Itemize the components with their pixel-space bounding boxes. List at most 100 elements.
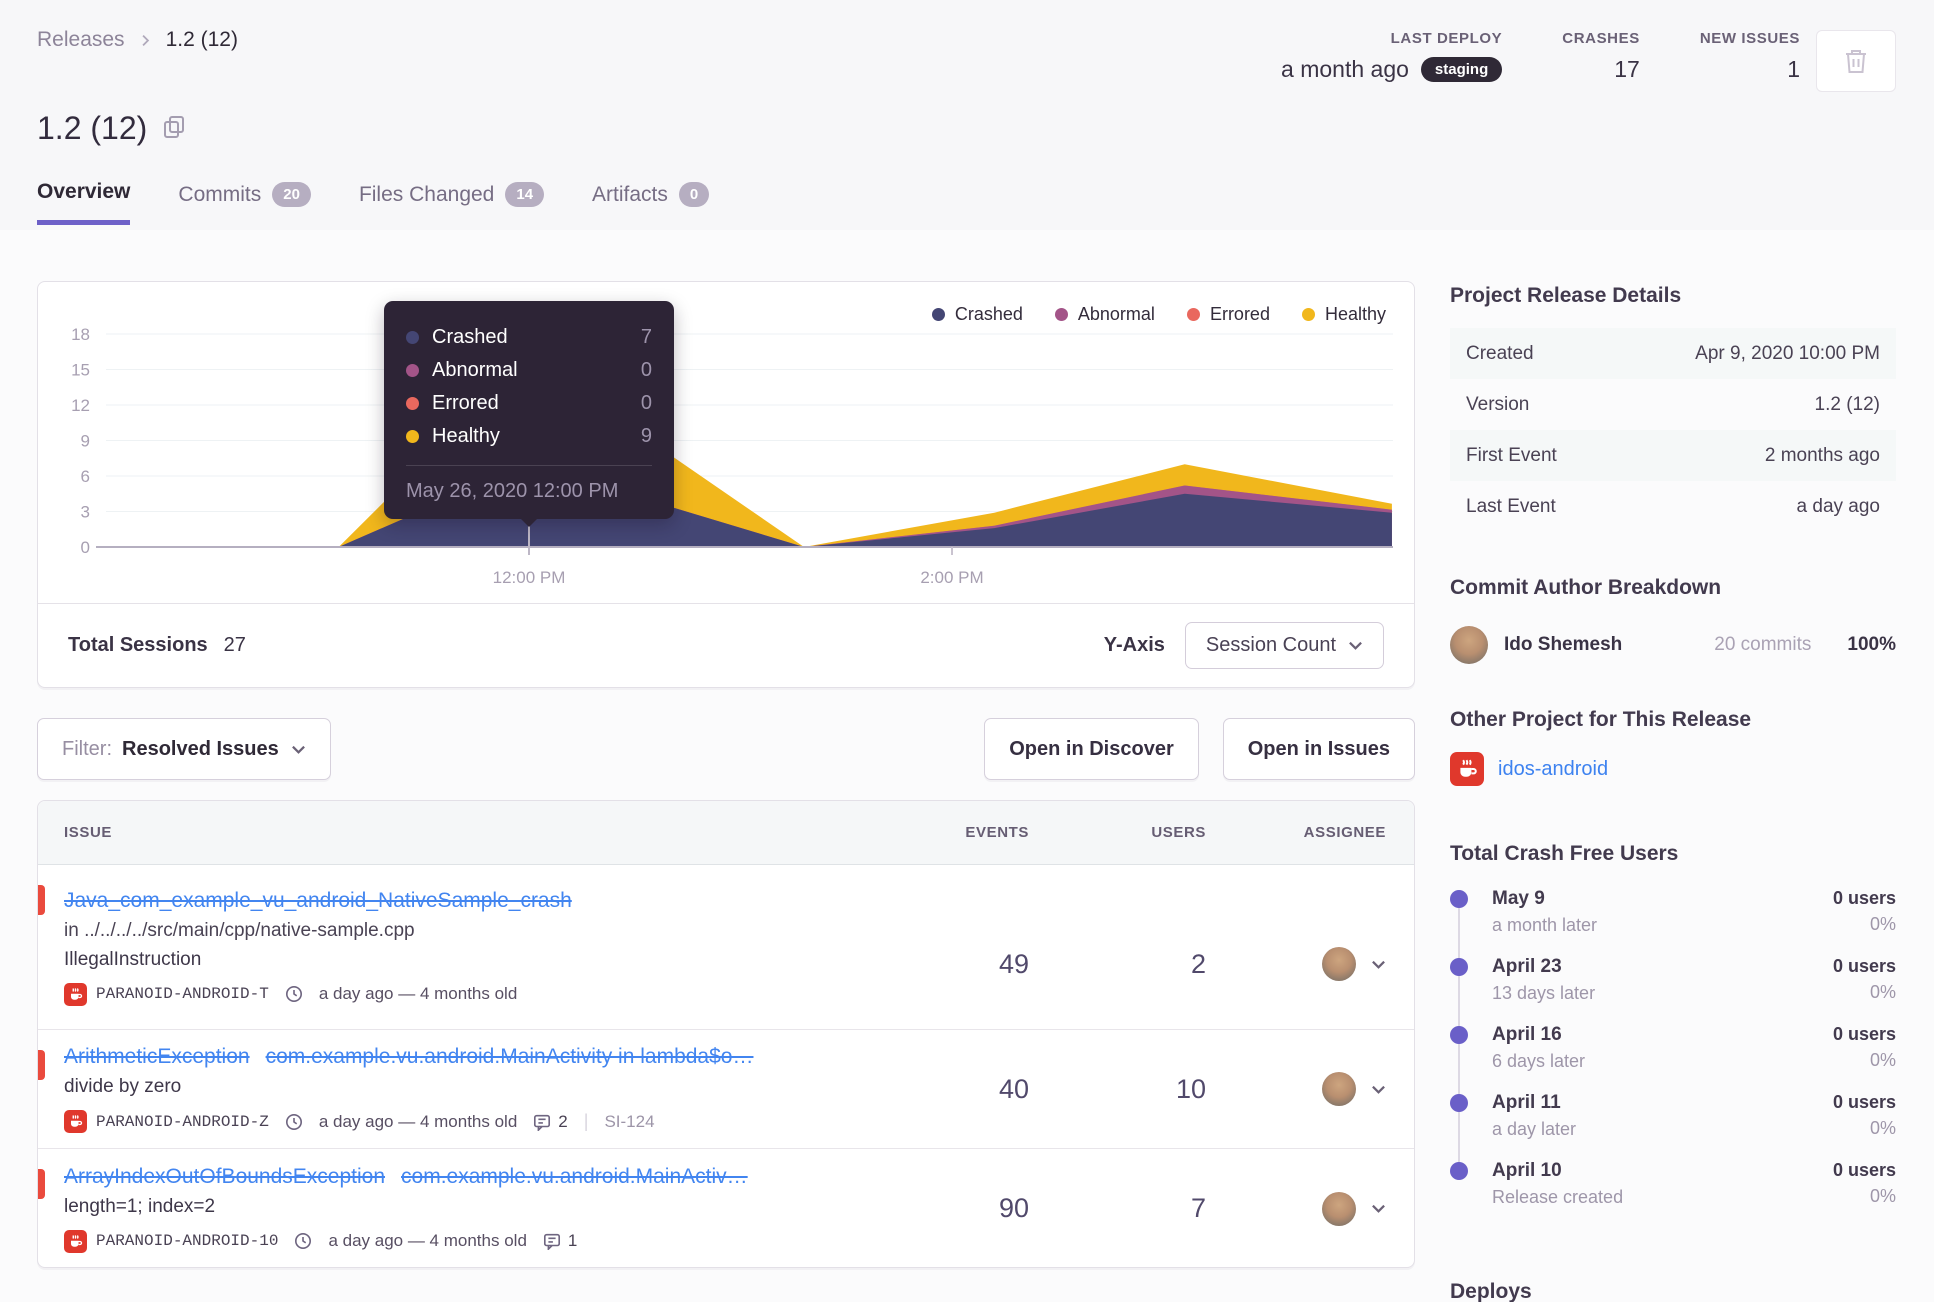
y-axis-label: Y-Axis: [1103, 634, 1165, 656]
release-details-table: Created Apr 9, 2020 10:00 PM Version 1.2…: [1450, 328, 1896, 532]
commit-author-row: Ido Shemesh 20 commits 100%: [1450, 626, 1896, 664]
column-users: USERS: [1151, 824, 1206, 841]
assignee-avatar[interactable]: [1322, 1072, 1356, 1106]
java-project-icon: [64, 982, 87, 1006]
events-count: 90: [998, 1193, 1029, 1223]
issues-toolbar: Filter: Resolved Issues Open in Discover…: [37, 718, 1415, 780]
chevron-down-icon[interactable]: [1371, 1082, 1386, 1097]
other-project-link[interactable]: idos-android: [1498, 758, 1608, 781]
issue-age: a day ago — 4 months old: [318, 1111, 518, 1131]
y-axis-select[interactable]: Session Count: [1184, 622, 1384, 669]
header-stats: LAST DEPLOY a month ago staging CRASHES …: [1281, 30, 1800, 83]
commits-count-badge: 20: [272, 181, 311, 208]
chart-footer: Total Sessions 27 Y-Axis Session Count: [38, 603, 1414, 687]
issues-table-header: ISSUE EVENTS USERS ASSIGNEE: [38, 801, 1414, 865]
chevron-down-icon: [291, 745, 305, 754]
java-project-icon: [64, 1229, 87, 1253]
issue-title-detail[interactable]: com.example.vu.android.MainActivity in l…: [266, 1045, 754, 1068]
svg-text:12:00 PM: 12:00 PM: [493, 568, 566, 587]
comments-count: 1: [543, 1231, 577, 1251]
users-count: 10: [1175, 1073, 1206, 1104]
delete-release-button[interactable]: [1816, 30, 1896, 92]
timeline-item: April 11 a day later 0 users 0%: [1450, 1092, 1896, 1160]
sessions-chart-card: 0 3 6 9 12 15 18 12:00 PM 2:00 PM Crashed Abnorm…: [37, 281, 1415, 688]
issue-message: length=1; index=2: [64, 1195, 216, 1217]
issues-filter-dropdown[interactable]: Filter: Resolved Issues: [37, 718, 331, 780]
issue-title-link[interactable]: ArrayIndexOutOfBoundsException: [64, 1165, 385, 1188]
comment-icon: [543, 1233, 560, 1250]
chevron-down-icon[interactable]: [1371, 1201, 1386, 1216]
abnormal-dot-icon: [406, 364, 419, 377]
legend-abnormal[interactable]: Abnormal: [1054, 304, 1155, 325]
legend-errored[interactable]: Errored: [1186, 304, 1270, 325]
open-in-issues-button[interactable]: Open in Issues: [1222, 718, 1415, 780]
issue-title-detail[interactable]: com.example.vu.android.MainActiv…: [401, 1165, 748, 1188]
environment-badge: staging: [1420, 57, 1503, 82]
tooltip-timestamp: May 26, 2020 12:00 PM: [406, 465, 652, 503]
files-changed-count-badge: 14: [505, 181, 545, 208]
tab-files-changed[interactable]: Files Changed 14: [359, 180, 545, 225]
issue-title-link[interactable]: Java_com_example_vu_android_NativeSample…: [64, 889, 572, 912]
breadcrumb: Releases 1.2 (12): [37, 28, 238, 52]
new-issues-value: 1: [1787, 56, 1800, 82]
detail-row-last-event: Last Event a day ago: [1466, 495, 1880, 517]
issue-message: divide by zero: [64, 1076, 182, 1097]
clock-icon: [295, 1232, 312, 1250]
crashes-value: 17: [1614, 56, 1640, 82]
unhandled-indicator: [38, 1050, 45, 1080]
timeline-item: April 16 6 days later 0 users 0%: [1450, 1024, 1896, 1092]
timeline-dot-icon: [1450, 890, 1468, 908]
issue-age: a day ago — 4 months old: [318, 984, 518, 1003]
java-project-icon: [1450, 752, 1484, 786]
timeline-dot-icon: [1450, 1094, 1468, 1112]
project-chip[interactable]: PARANOID-ANDROID-T: [64, 982, 269, 1006]
other-project-heading: Other Project for This Release: [1450, 708, 1752, 731]
stat-new-issues: NEW ISSUES 1: [1700, 30, 1800, 83]
detail-row-first-event: First Event 2 months ago: [1450, 430, 1896, 481]
issues-table: ISSUE EVENTS USERS ASSIGNEE Java_com_exa…: [37, 800, 1415, 1268]
clock-icon: [285, 985, 302, 1003]
release-tabs: Overview Commits 20 Files Changed 14 Art…: [37, 180, 710, 225]
stat-label: CRASHES: [1562, 30, 1640, 47]
author-name: Ido Shemesh: [1504, 634, 1623, 655]
issue-row: Java_com_example_vu_android_NativeSample…: [38, 865, 1414, 1030]
unhandled-indicator: [38, 885, 45, 915]
events-count: 40: [998, 1073, 1029, 1104]
sessions-area-chart[interactable]: 0 3 6 9 12 15 18 12:00 PM 2:00 PM: [38, 282, 1416, 605]
project-chip[interactable]: PARANOID-ANDROID-10: [64, 1229, 278, 1253]
issue-culprit: in ../../../../src/main/cpp/native-sampl…: [64, 919, 415, 941]
commit-authors-heading: Commit Author Breakdown: [1450, 576, 1722, 599]
open-in-discover-button[interactable]: Open in Discover: [984, 718, 1199, 780]
chevron-down-icon[interactable]: [1371, 957, 1386, 972]
deploys-heading: Deploys: [1450, 1280, 1532, 1302]
svg-text:6: 6: [81, 467, 90, 486]
total-sessions-value: 27: [223, 634, 246, 656]
legend-healthy[interactable]: Healthy: [1301, 304, 1386, 325]
last-deploy-value: a month ago: [1281, 56, 1409, 82]
tab-artifacts[interactable]: Artifacts 0: [592, 180, 710, 225]
crashed-dot-icon: [406, 331, 419, 344]
tab-overview[interactable]: Overview: [37, 180, 131, 225]
copy-version-button[interactable]: [163, 110, 185, 147]
project-chip[interactable]: PARANOID-ANDROID-Z: [64, 1110, 269, 1133]
tab-commits[interactable]: Commits 20: [178, 180, 311, 225]
assignee-avatar[interactable]: [1322, 1191, 1356, 1226]
assignee-avatar[interactable]: [1322, 947, 1356, 981]
issue-title-link[interactable]: ArithmeticException: [64, 1045, 250, 1068]
svg-text:18: 18: [71, 325, 90, 344]
legend-crashed[interactable]: Crashed: [931, 304, 1023, 325]
crashed-dot-icon: [931, 308, 945, 321]
divider: |: [583, 1111, 589, 1131]
java-project-icon: [64, 1110, 87, 1133]
column-issue: ISSUE: [64, 824, 113, 841]
stat-last-deploy: LAST DEPLOY a month ago staging: [1281, 30, 1503, 83]
timeline-dot-icon: [1450, 1162, 1468, 1180]
timeline-item: May 9 a month later 0 users 0%: [1450, 888, 1896, 956]
timeline-item: April 10 Release created 0 users 0%: [1450, 1160, 1896, 1228]
timeline-dot-icon: [1450, 1026, 1468, 1044]
breadcrumb-releases-link[interactable]: Releases: [37, 28, 125, 52]
author-commit-count: 20 commits: [1714, 634, 1812, 655]
svg-text:3: 3: [81, 503, 90, 522]
author-avatar: [1450, 626, 1488, 664]
errored-dot-icon: [1186, 308, 1200, 321]
